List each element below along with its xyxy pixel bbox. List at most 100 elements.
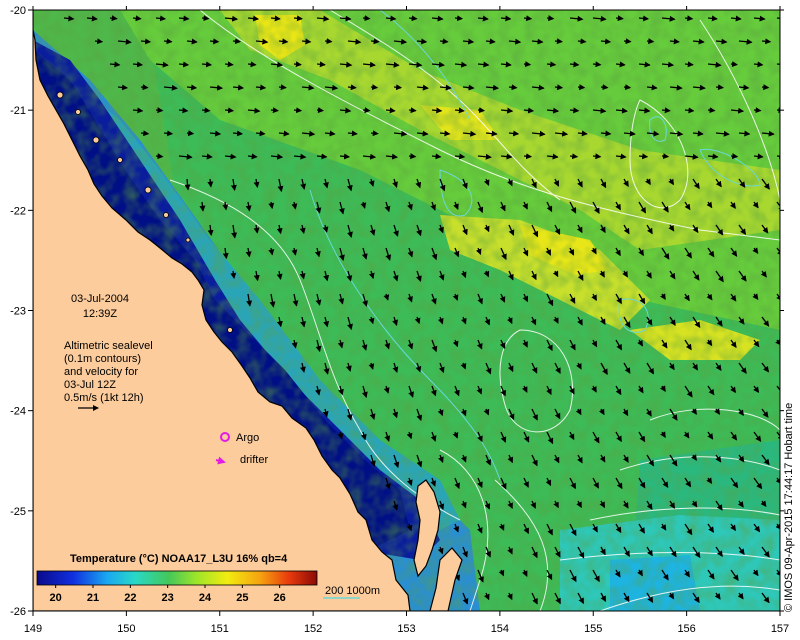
drifter-label: drifter (240, 454, 268, 466)
velocity-arrow (431, 107, 443, 114)
velocity-arrow (638, 15, 650, 22)
note-line-4: 03-Jul 12Z (64, 379, 116, 391)
velocity-arrow (623, 84, 632, 91)
velocity-arrow (523, 15, 533, 22)
velocity-arrow (577, 84, 586, 91)
colorbar-tick-label: 24 (199, 592, 212, 604)
velocity-arrow (623, 38, 632, 45)
velocity-arrow (224, 107, 235, 114)
velocity-arrow (232, 38, 242, 45)
velocity-arrow (132, 61, 144, 68)
x-tick-label: 155 (584, 623, 602, 635)
velocity-arrow (569, 153, 579, 160)
velocity-arrow (370, 38, 380, 45)
y-tick-label: -25 (10, 506, 26, 518)
velocity-arrow (546, 15, 555, 22)
date-label: 03-Jul-2004 (71, 293, 129, 305)
velocity-arrow (270, 15, 281, 22)
velocity-arrow (785, 41, 794, 42)
velocity-arrow (140, 38, 152, 45)
velocity-arrow (439, 38, 449, 45)
note-line-3: and velocity for (64, 366, 138, 378)
velocity-arrow (270, 107, 279, 114)
sst-map-figure: 149 150 151 152 153 154 155 156 157 -20 -21 -22 -23… (10, 5, 795, 635)
y-tick-label: -22 (10, 205, 26, 217)
velocity-arrow (393, 84, 403, 91)
velocity-arrow (638, 153, 649, 160)
island (144, 186, 152, 194)
x-tick-label: 152 (304, 623, 322, 635)
velocity-arrow (293, 15, 303, 22)
velocity-arrow (753, 153, 764, 160)
velocity-arrow (600, 38, 612, 45)
velocity-arrow (186, 84, 198, 91)
velocity-arrow (569, 61, 580, 68)
velocity-arrow (316, 61, 326, 68)
velocity-arrow (615, 61, 626, 68)
velocity-arrow (715, 84, 724, 91)
velocity-arrow (408, 153, 417, 160)
time-label: 12:39Z (83, 308, 118, 320)
velocity-arrow (454, 153, 466, 160)
velocity-arrow (592, 153, 602, 160)
y-tick-label: -21 (10, 105, 26, 117)
note-line-2: (0.1m contours) (64, 353, 141, 365)
isobath-legend-label: 200 1000m (325, 585, 380, 597)
y-tick-label: -23 (10, 306, 26, 318)
velocity-arrow (431, 153, 442, 160)
velocity-arrow (339, 153, 351, 160)
velocity-arrow (278, 84, 287, 91)
x-tick-label: 156 (677, 623, 695, 635)
velocity-arrow (247, 153, 258, 160)
velocity-arrow (132, 15, 142, 22)
velocity-arrow (347, 84, 357, 91)
velocity-arrow (140, 84, 149, 91)
velocity-arrow (776, 153, 780, 160)
velocity-arrow (370, 130, 379, 137)
island (75, 109, 81, 115)
velocity-arrow (523, 107, 535, 114)
credit-text: © IMOS 09-Apr-2015 17:44:17 Hobart time (783, 403, 795, 612)
velocity-arrow (201, 107, 211, 114)
y-tick-label: -20 (10, 5, 26, 17)
velocity-arrow (477, 107, 486, 114)
velocity-arrow (661, 153, 670, 160)
velocity-arrow (485, 38, 496, 45)
velocity-arrow (554, 84, 564, 91)
velocity-arrow (140, 130, 150, 137)
velocity-arrow (785, 133, 794, 134)
velocity-arrow (178, 61, 190, 68)
velocity-arrow (324, 38, 333, 45)
velocity-arrow (224, 61, 234, 68)
velocity-arrow (155, 153, 164, 160)
velocity-arrow (370, 84, 379, 91)
velocity-arrow (117, 84, 129, 91)
map-field (33, 10, 794, 611)
velocity-arrow (523, 61, 532, 68)
velocity-arrow (201, 61, 213, 68)
velocity-arrow (785, 363, 792, 373)
velocity-arrow (730, 61, 739, 68)
velocity-arrow (508, 130, 520, 137)
velocity-arrow (408, 107, 417, 114)
velocity-arrow (316, 107, 324, 114)
velocity-arrow (255, 84, 267, 91)
velocity-arrow (785, 225, 791, 233)
colorbar-tick-label: 26 (274, 592, 286, 604)
island (92, 136, 100, 144)
island (227, 327, 233, 333)
velocity-arrow (577, 130, 588, 137)
velocity-arrow (454, 107, 465, 114)
velocity-arrow (347, 130, 358, 137)
velocity-arrow (209, 38, 220, 45)
velocity-arrow (454, 15, 464, 22)
velocity-arrow (523, 153, 533, 160)
velocity-arrow (186, 130, 195, 137)
velocity-arrow (155, 15, 167, 22)
velocity-arrow (278, 38, 289, 45)
velocity-arrow (646, 38, 655, 45)
note-line-1: Altimetric sealevel (64, 340, 153, 352)
velocity-arrow (408, 15, 418, 22)
velocity-arrow (508, 84, 518, 91)
velocity-arrow (201, 15, 210, 22)
